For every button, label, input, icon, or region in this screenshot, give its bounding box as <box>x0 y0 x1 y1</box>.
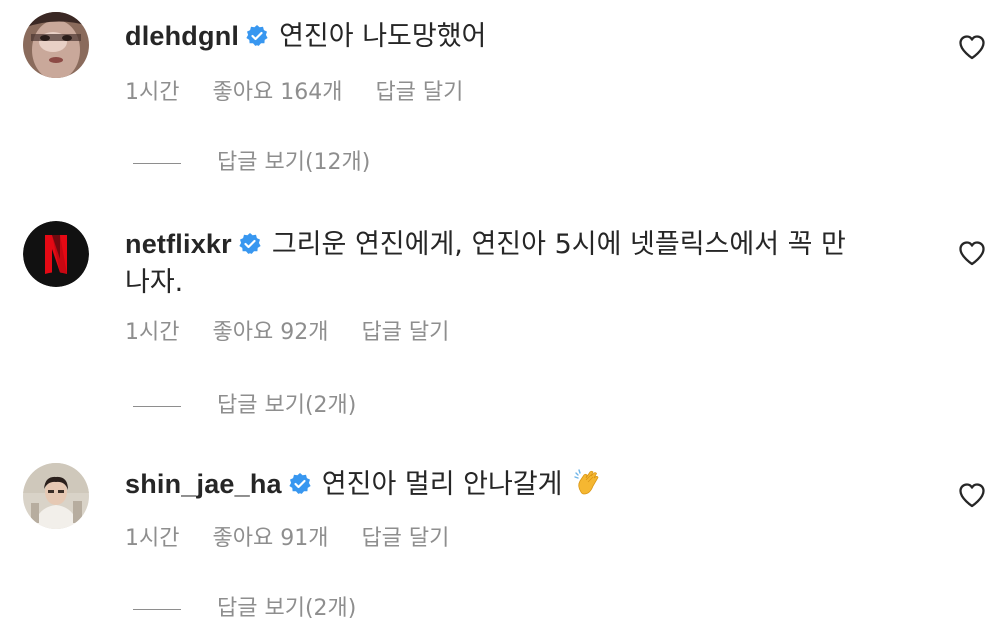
username[interactable]: dlehdgnl <box>125 21 239 51</box>
comment-text: 그리운 연진에게, 연진아 5시에 넷플릭스에서 꼭 만 <box>271 229 846 260</box>
view-replies-button[interactable]: 답글 보기(2개) <box>133 590 356 622</box>
comment-meta: 1시간 좋아요 164개 답글 달기 <box>125 74 463 106</box>
clapping-hands-icon <box>573 467 605 499</box>
comment-line: shin_jae_ha 연진아 멀리 안나갈게 <box>125 465 925 504</box>
comment-text: 연진아 멀리 안나갈게 <box>321 469 563 500</box>
avatar[interactable] <box>23 221 89 287</box>
comment-meta: 1시간 좋아요 91개 답글 달기 <box>125 520 449 552</box>
view-replies-button[interactable]: 답글 보기(12개) <box>133 144 370 176</box>
reply-button[interactable]: 답글 달기 <box>375 74 463 106</box>
replies-divider <box>133 608 181 610</box>
reply-button[interactable]: 답글 달기 <box>361 314 449 346</box>
comment-line: netflixkr 그리운 연진에게, 연진아 5시에 넷플릭스에서 꼭 만 <box>125 225 925 264</box>
view-replies-button[interactable]: 답글 보기(2개) <box>133 387 356 419</box>
replies-divider <box>133 162 181 164</box>
like-heart-icon[interactable] <box>958 482 986 508</box>
photo-avatar-icon <box>23 12 89 78</box>
verified-badge-icon <box>238 232 262 256</box>
comment-meta: 1시간 좋아요 92개 답글 달기 <box>125 314 449 346</box>
replies-divider <box>133 405 181 407</box>
comment-time[interactable]: 1시간 <box>125 74 179 106</box>
verified-badge-icon <box>288 472 312 496</box>
view-replies-label: 답글 보기(12개) <box>217 150 371 175</box>
comment-time[interactable]: 1시간 <box>125 520 179 552</box>
verified-badge-icon <box>245 24 269 48</box>
view-replies-label: 답글 보기(2개) <box>217 596 357 621</box>
like-heart-icon[interactable] <box>958 34 986 60</box>
likes-count[interactable]: 좋아요 164개 <box>212 74 342 106</box>
likes-count[interactable]: 좋아요 92개 <box>212 314 328 346</box>
username[interactable]: shin_jae_ha <box>125 469 282 499</box>
username[interactable]: netflixkr <box>125 229 232 259</box>
likes-count[interactable]: 좋아요 91개 <box>212 520 328 552</box>
comment-text: 연진아 나도망했어 <box>279 21 487 52</box>
like-heart-icon[interactable] <box>958 240 986 266</box>
comment-line: dlehdgnl 연진아 나도망했어 <box>125 17 925 56</box>
avatar[interactable] <box>23 12 89 78</box>
comment-text-continued: 나자. <box>125 267 184 298</box>
view-replies-label: 답글 보기(2개) <box>217 393 357 418</box>
netflix-logo-icon <box>23 221 89 287</box>
reply-button[interactable]: 답글 달기 <box>361 520 449 552</box>
photo-avatar-icon <box>23 463 89 529</box>
comment-time[interactable]: 1시간 <box>125 314 179 346</box>
avatar[interactable] <box>23 463 89 529</box>
